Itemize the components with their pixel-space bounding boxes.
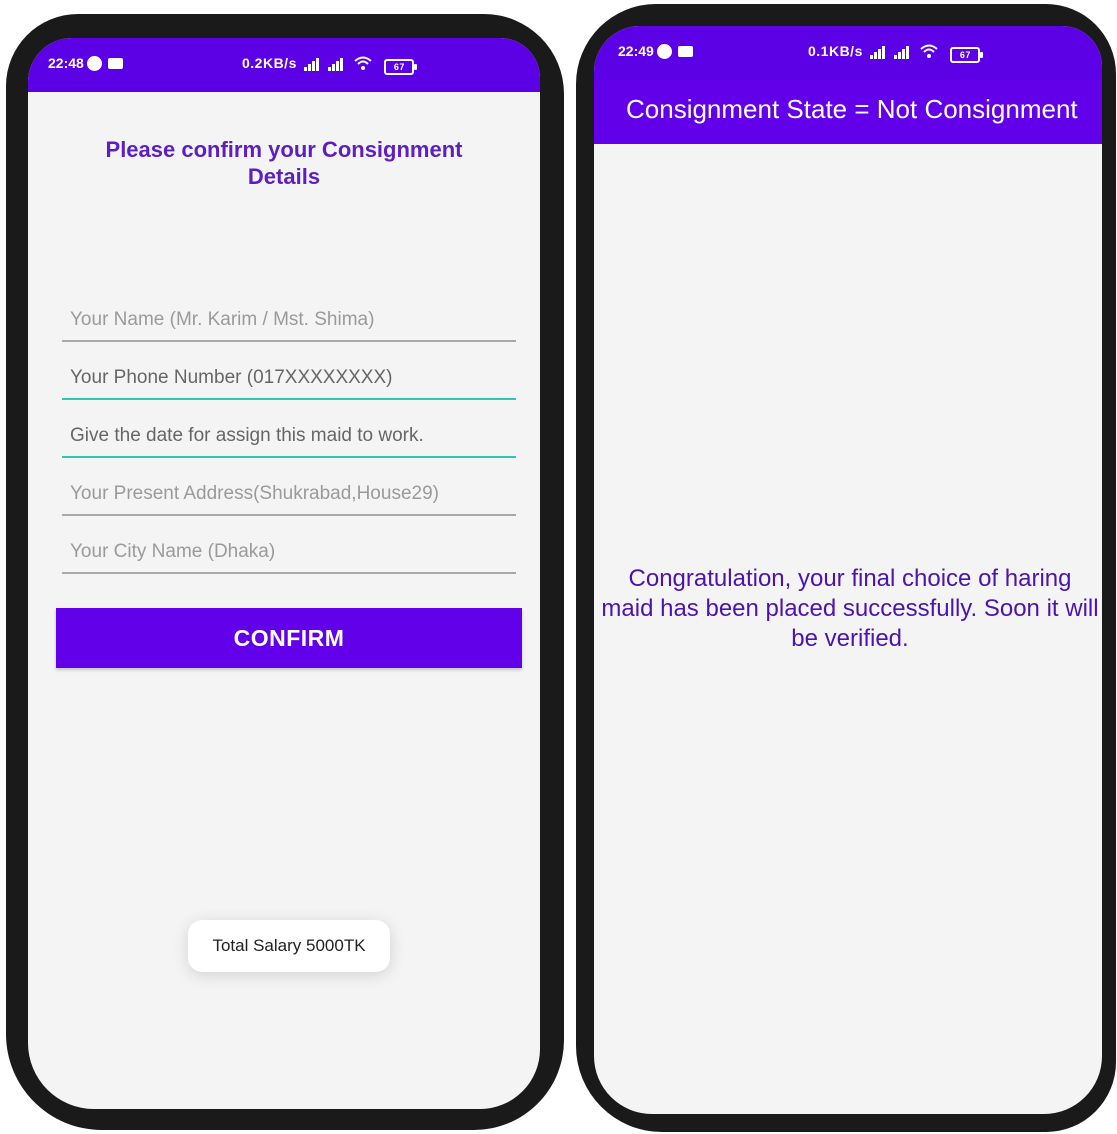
network-speed: 0.1KB/s xyxy=(808,43,863,59)
app-bar: Consignment State = Not Consignment xyxy=(594,80,1102,144)
phone-left: 22:48 0.2KB/s 67 Please confirm your Con… xyxy=(6,14,564,1130)
name-input[interactable] xyxy=(62,300,516,340)
app-bar-title: Consignment State = Not Consignment xyxy=(626,94,1078,124)
signal-icon xyxy=(304,55,320,71)
signal-icon-2 xyxy=(893,43,910,59)
status-time-text: 22:48 xyxy=(48,55,84,71)
confirm-button[interactable]: CONFIRM xyxy=(56,608,522,668)
battery-icon: 67 xyxy=(950,47,984,63)
message-icon xyxy=(677,46,693,57)
phone-input[interactable] xyxy=(62,358,516,398)
network-speed: 0.2KB/s xyxy=(242,55,297,71)
wifi-icon xyxy=(354,56,372,70)
date-field[interactable] xyxy=(62,416,516,458)
wifi-icon xyxy=(920,44,938,58)
success-message: Congratulation, your final choice of har… xyxy=(601,565,1099,652)
status-icons: 0.1KB/s 67 xyxy=(808,43,984,63)
status-time: 22:49 xyxy=(618,43,693,59)
status-time-text: 22:49 xyxy=(618,43,654,59)
signal-icon xyxy=(870,43,886,59)
status-icons: 0.2KB/s 67 xyxy=(242,55,418,75)
city-field[interactable] xyxy=(62,532,516,574)
date-input[interactable] xyxy=(62,416,516,456)
city-input[interactable] xyxy=(62,532,516,572)
status-bar: 22:48 0.2KB/s 67 xyxy=(28,38,540,92)
confirm-screen: 22:48 0.2KB/s 67 Please confirm your Con… xyxy=(28,38,540,1109)
name-field[interactable] xyxy=(62,300,516,342)
message-icon xyxy=(107,58,123,69)
status-time: 22:48 xyxy=(48,55,123,71)
battery-icon: 67 xyxy=(384,59,418,75)
address-input[interactable] xyxy=(62,474,516,514)
consignment-state-screen: 22:49 0.1KB/s 67 Consignment State = Not… xyxy=(594,26,1102,1114)
phone-right: 22:49 0.1KB/s 67 Consignment State = Not… xyxy=(576,4,1116,1132)
chat-bubble-icon xyxy=(656,44,672,59)
phone-field[interactable] xyxy=(62,358,516,400)
salary-toast: Total Salary 5000TK xyxy=(188,920,390,972)
page-title: Please confirm your Consignment Details xyxy=(105,137,463,189)
status-bar: 22:49 0.1KB/s 67 xyxy=(594,26,1102,80)
chat-bubble-icon xyxy=(86,56,102,71)
address-field[interactable] xyxy=(62,474,516,516)
signal-icon-2 xyxy=(327,55,344,71)
